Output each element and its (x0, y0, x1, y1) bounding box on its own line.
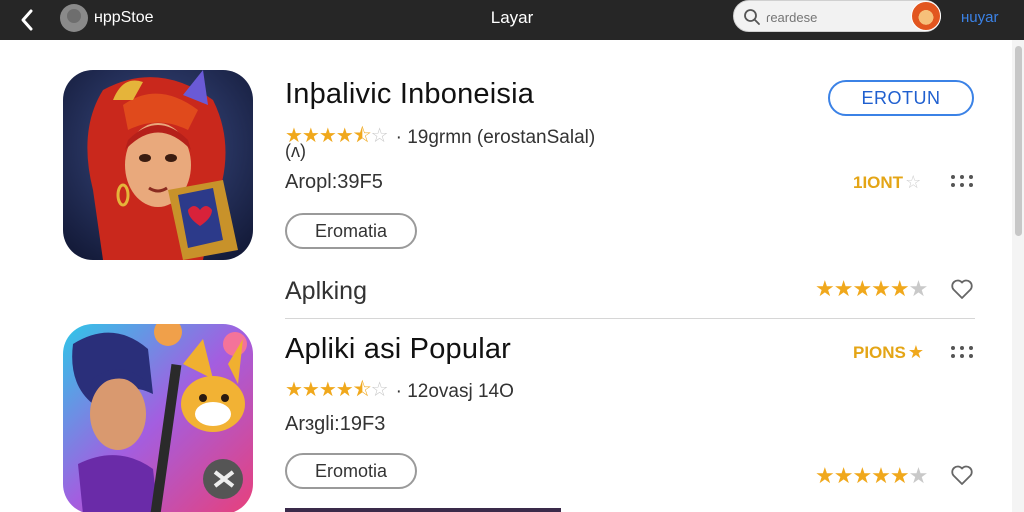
rating-stars-2: ★★★★⯪☆ (285, 379, 389, 401)
app-name-2[interactable]: Apliki asi Popular (285, 333, 511, 366)
store-name[interactable]: ʜppStoe (94, 9, 154, 27)
next-item-preview (285, 508, 561, 512)
section-stars: ★★★★★★ (815, 276, 928, 301)
search-box[interactable] (733, 0, 941, 32)
search-icon (744, 9, 760, 25)
badge-text-2: PIONS (853, 342, 906, 362)
badge-1: 1IONT ☆ (853, 172, 921, 193)
category-button-1[interactable]: Eromatia (285, 213, 417, 249)
app-size-2: Arɜgli:19F3 (285, 413, 386, 435)
rating-row-1: ★★★★⯪☆ · 19ɡrmn (erostanSalal) (285, 121, 595, 155)
list-stars: ★★★★★★ (815, 463, 928, 488)
search-input[interactable] (766, 7, 886, 27)
store-logo-icon (60, 4, 88, 32)
app-size-1: Aropl:39F5 (285, 171, 383, 193)
star-outline-icon: ☆ (905, 172, 922, 192)
app-icon-2[interactable] (63, 324, 253, 512)
badge-2: PIONS ★ (853, 342, 924, 363)
category-button-2[interactable]: Eromotia (285, 453, 417, 489)
heart-icon[interactable] (950, 277, 974, 301)
badge-text-1: 1IONT (853, 172, 904, 192)
app-icon-1[interactable] (63, 70, 253, 260)
app-name-1[interactable]: Inþalivic Inboneisia (285, 78, 534, 111)
get-button[interactable]: EROTUN (828, 80, 974, 116)
top-bar: ʜppStoe Layar ʜuyar (0, 0, 1024, 40)
account-link[interactable]: ʜuyar (961, 9, 998, 26)
rating-row-2: ★★★★⯪☆ · 12ovasj 14O (285, 375, 514, 409)
heart-icon[interactable] (950, 463, 974, 487)
section-label: Aplking (285, 277, 367, 305)
more-options-icon[interactable] (951, 175, 975, 189)
rating-text-1: · 19ɡrmn (erostanSalal) (395, 127, 596, 148)
star-icon: ★ (907, 342, 925, 362)
sub-meta-1: (ᴧ) (285, 141, 306, 161)
rating-text-2: · 12ovasj 14O (395, 381, 514, 402)
more-options-icon[interactable] (951, 346, 975, 360)
avatar[interactable] (911, 1, 941, 31)
scrollbar-thumb[interactable] (1015, 46, 1022, 236)
divider (285, 318, 975, 319)
back-chevron-icon[interactable] (14, 6, 42, 34)
